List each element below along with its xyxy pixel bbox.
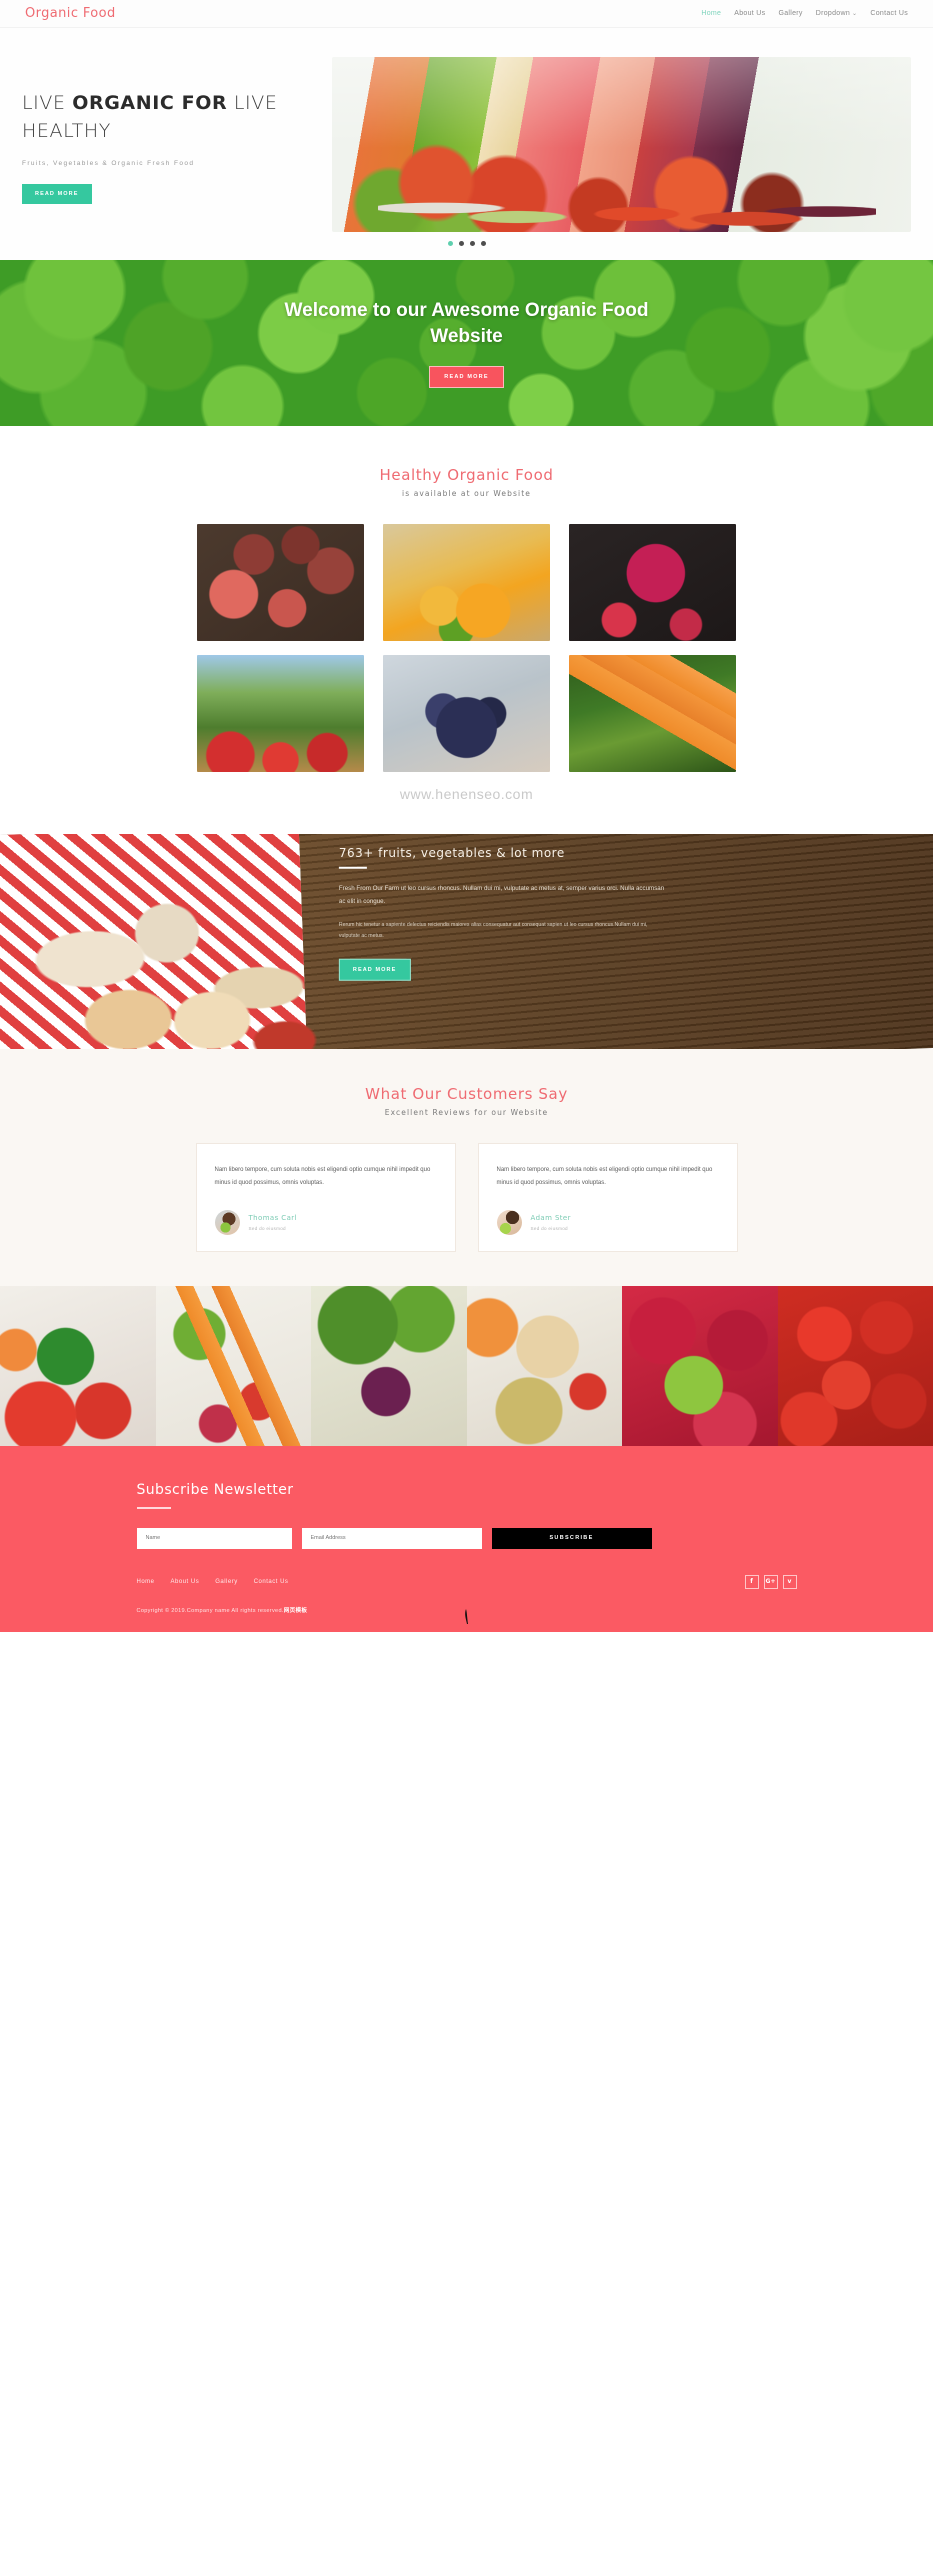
back-to-top-icon[interactable] bbox=[462, 1608, 472, 1624]
gallery-tile-plums-on-wood[interactable] bbox=[197, 524, 364, 641]
gallery-tile-hands-holding-blueberries[interactable] bbox=[383, 655, 550, 772]
slider-dot-3[interactable] bbox=[469, 241, 475, 246]
strip-image-peppers-and-tomatoes[interactable] bbox=[0, 1285, 156, 1446]
facebook-icon[interactable]: f bbox=[744, 1574, 759, 1589]
newsletter-subscribe-button[interactable]: SUBSCRIBE bbox=[491, 1527, 652, 1549]
testimonial-author-role: Sed do eiusmod bbox=[530, 1225, 568, 1231]
healthy-organic-food-section: Healthy Organic Food is available at our… bbox=[0, 426, 933, 816]
nav-item-home[interactable]: Home bbox=[701, 10, 721, 17]
avatar bbox=[214, 1209, 240, 1235]
wood-band-copy: 763+ fruits, vegetables & lot more Fresh… bbox=[303, 834, 933, 1049]
testimonials-section: What Our Customers Say Excellent Reviews… bbox=[0, 1049, 933, 1286]
wood-band-paragraph-1: Fresh From Our Farm ut leo cursus rhoncu… bbox=[338, 884, 664, 905]
hero-title-part1: LIVE bbox=[22, 92, 73, 115]
wood-band-title: 763+ fruits, vegetables & lot more bbox=[338, 845, 565, 860]
footer-link-home[interactable]: Home bbox=[137, 1579, 155, 1585]
testimonial-author: Adam Ster Sed do eiusmod bbox=[496, 1209, 719, 1235]
testimonial-author-role: Sed do eiusmod bbox=[248, 1225, 286, 1231]
hero-title-bold: ORGANIC FOR bbox=[72, 92, 228, 115]
hero-image-smoothies bbox=[332, 56, 911, 232]
wood-band-paragraph-2: Rerum hic tenetur a sapiente delectus re… bbox=[338, 921, 648, 940]
testimonials-subtitle: Excellent Reviews for our Website bbox=[384, 1108, 549, 1117]
newsletter-email-input[interactable] bbox=[301, 1527, 482, 1549]
welcome-read-more-button[interactable]: READ MORE bbox=[429, 365, 504, 388]
copyright-chinese: 网页模板 bbox=[283, 1607, 308, 1614]
strip-image-raspberries-with-leaf[interactable] bbox=[622, 1285, 778, 1446]
nav-item-dropdown[interactable]: Dropdown ⌄ bbox=[816, 10, 858, 17]
slider-dot-2[interactable] bbox=[458, 241, 464, 246]
wood-band-read-more-button[interactable]: READ MORE bbox=[338, 958, 411, 981]
footer-link-contact-us[interactable]: Contact Us bbox=[254, 1579, 289, 1585]
nav-dropdown-label: Dropdown bbox=[815, 10, 851, 17]
nav-item-gallery[interactable]: Gallery bbox=[778, 10, 802, 17]
chevron-down-icon: ⌄ bbox=[852, 11, 858, 17]
slider-dot-4[interactable] bbox=[480, 241, 486, 246]
testimonials-heading: What Our Customers Say Excellent Reviews… bbox=[0, 1085, 933, 1117]
testimonial-author: Thomas Carl Sed do eiusmod bbox=[214, 1209, 437, 1235]
testimonial-quote: Nam libero tempore, cum soluta nobis est… bbox=[214, 1167, 431, 1186]
gallery-tile-apple-orchard-basket[interactable] bbox=[197, 655, 364, 772]
strip-image-cherry-tomatoes[interactable] bbox=[777, 1285, 933, 1446]
gallery-grid bbox=[197, 524, 737, 772]
newsletter-form: SUBSCRIBE bbox=[136, 1527, 797, 1549]
nav-item-about-us[interactable]: About Us bbox=[734, 10, 765, 17]
newsletter-name-input[interactable] bbox=[136, 1527, 292, 1549]
title-underline bbox=[338, 866, 367, 869]
strip-image-red-onion-and-peppercorns[interactable] bbox=[311, 1285, 467, 1446]
footer-navigation: Home About Us Gallery Contact Us bbox=[137, 1579, 289, 1585]
hero-copy: LIVE ORGANIC FOR LIVE HEALTHY Fruits, Ve… bbox=[22, 84, 322, 204]
welcome-banner: Welcome to our Awesome Organic Food Webs… bbox=[0, 260, 933, 426]
hero-slider: LIVE ORGANIC FOR LIVE HEALTHY Fruits, Ve… bbox=[0, 28, 933, 260]
gallery-title: Healthy Organic Food bbox=[379, 466, 554, 484]
newsletter-section: Subscribe Newsletter SUBSCRIBE bbox=[0, 1445, 933, 1549]
testimonial-card-list: Nam libero tempore, cum soluta nobis est… bbox=[187, 1143, 747, 1286]
photo-strip bbox=[0, 1285, 933, 1446]
strip-image-squash-and-potatoes[interactable] bbox=[466, 1285, 622, 1446]
gallery-tile-berry-smoothie-jar[interactable] bbox=[569, 524, 736, 641]
gallery-subtitle: is available at our Website bbox=[402, 489, 531, 498]
google-plus-icon[interactable]: G+ bbox=[763, 1574, 778, 1589]
site-logo[interactable]: Organic Food bbox=[25, 6, 116, 21]
nav-item-contact-us[interactable]: Contact Us bbox=[870, 10, 908, 17]
testimonial-card: Nam libero tempore, cum soluta nobis est… bbox=[195, 1143, 456, 1252]
hero-subtitle: Fruits, Vegetables & Organic Fresh Food bbox=[22, 159, 195, 167]
footer-link-about-us[interactable]: About Us bbox=[171, 1579, 200, 1585]
testimonials-title: What Our Customers Say bbox=[365, 1085, 568, 1103]
avatar bbox=[496, 1209, 522, 1235]
testimonial-quote: Nam libero tempore, cum soluta nobis est… bbox=[496, 1167, 713, 1186]
testimonial-author-name: Thomas Carl bbox=[248, 1213, 297, 1222]
testimonial-card: Nam libero tempore, cum soluta nobis est… bbox=[477, 1143, 738, 1252]
footer-link-gallery[interactable]: Gallery bbox=[215, 1579, 238, 1585]
social-links: f G+ ᴠ bbox=[744, 1574, 797, 1589]
welcome-title: Welcome to our Awesome Organic Food Webs… bbox=[284, 300, 649, 347]
gallery-heading: Healthy Organic Food is available at our… bbox=[0, 466, 933, 498]
hero-title: LIVE ORGANIC FOR LIVE HEALTHY bbox=[22, 90, 322, 145]
slider-dots bbox=[0, 241, 933, 246]
newsletter-title: Subscribe Newsletter bbox=[136, 1481, 294, 1498]
wood-band-image-vegetables bbox=[0, 834, 308, 1049]
slider-dot-1[interactable] bbox=[447, 241, 453, 246]
strip-image-carrots-and-herbs[interactable] bbox=[155, 1285, 311, 1446]
main-navigation: Home About Us Gallery Dropdown ⌄ Contact … bbox=[701, 10, 908, 17]
hero-read-more-button[interactable]: READ MORE bbox=[22, 183, 92, 204]
site-header: Organic Food Home About Us Gallery Dropd… bbox=[0, 0, 933, 28]
gallery-tile-orange-juice[interactable] bbox=[383, 524, 550, 641]
site-footer: Home About Us Gallery Contact Us f G+ ᴠ … bbox=[0, 1548, 933, 1632]
gallery-tile-fresh-carrots[interactable] bbox=[569, 655, 736, 772]
testimonial-author-name: Adam Ster bbox=[530, 1213, 571, 1222]
stats-wood-band: 763+ fruits, vegetables & lot more Fresh… bbox=[0, 834, 933, 1049]
watermark-text: www.henenseo.com bbox=[399, 786, 534, 802]
title-underline bbox=[136, 1506, 171, 1509]
twitter-icon[interactable]: ᴠ bbox=[782, 1574, 797, 1589]
copyright-main: Copyright © 2019.Company name All rights… bbox=[136, 1607, 284, 1614]
